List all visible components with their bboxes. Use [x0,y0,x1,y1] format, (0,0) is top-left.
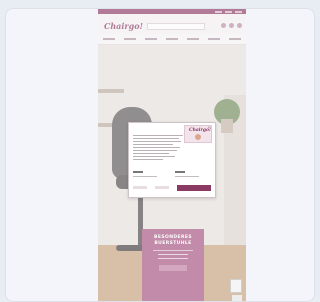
cookie-dialog-text [133,133,185,160]
cookie-icon [195,134,201,140]
screenshot-card: Chairgo! BESONDERES BUERSTUHLE Chairgo! … [5,8,315,302]
cookie-actions [133,185,211,192]
cookie-settings-button[interactable] [155,186,169,189]
accept-all-cookies-button[interactable] [177,185,211,191]
web-page: Chairgo! BESONDERES BUERSTUHLE Chairgo! … [98,9,246,301]
cookie-dialog-logo: Chairgo! × [184,125,212,143]
close-icon[interactable]: × [207,126,210,129]
cookie-option-statistics[interactable] [175,171,211,177]
cookie-options [133,171,211,177]
reject-cookies-button[interactable] [133,186,147,189]
cookie-option-necessary[interactable] [133,171,169,177]
cookie-consent-dialog: Chairgo! × [128,122,216,198]
